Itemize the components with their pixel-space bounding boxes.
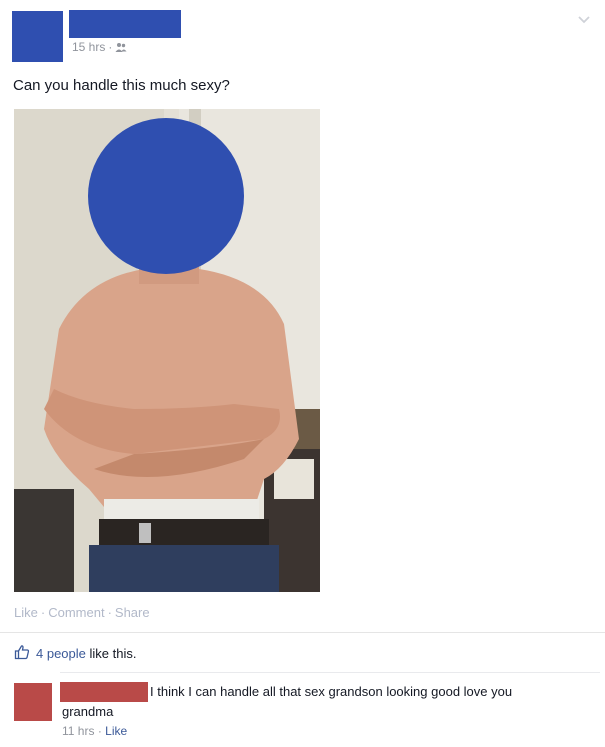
- comment-meta-separator: ·: [97, 724, 102, 738]
- likers-link[interactable]: 4 people: [36, 646, 86, 661]
- divider: [60, 672, 600, 673]
- comment-text-line2: grandma: [62, 704, 114, 719]
- meta-separator: ·: [108, 40, 113, 54]
- thumbs-up-icon: [14, 644, 30, 663]
- post-meta: 15 hrs ·: [72, 40, 127, 54]
- share-link[interactable]: Share: [115, 605, 150, 620]
- chevron-down-icon[interactable]: [577, 12, 591, 24]
- likes-suffix: like this.: [89, 646, 137, 661]
- post-status-text: Can you handle this much sexy?: [13, 77, 230, 94]
- like-link[interactable]: Like: [14, 605, 38, 620]
- divider: [0, 632, 605, 633]
- action-separator: ·: [40, 605, 46, 620]
- post-photo[interactable]: [14, 109, 320, 592]
- action-separator: ·: [107, 605, 112, 620]
- commenter-name-redacted[interactable]: [60, 682, 148, 702]
- commenter-avatar-redacted[interactable]: [14, 683, 52, 721]
- author-avatar-redacted[interactable]: [12, 11, 63, 62]
- feed-post: 15 hrs · Can you handle this much sexy?: [0, 0, 605, 747]
- comment-link[interactable]: Comment: [48, 605, 104, 620]
- post-actions: Like · Comment · Share: [14, 605, 150, 620]
- comment-like-link[interactable]: Like: [105, 724, 127, 738]
- comment-meta: 11 hrs · Like: [62, 724, 127, 738]
- likes-summary: 4 people like this.: [14, 644, 136, 663]
- comment-text-line1: I think I can handle all that sex grands…: [150, 684, 513, 699]
- author-name-redacted[interactable]: [69, 10, 181, 38]
- post-timestamp[interactable]: 15 hrs: [72, 40, 105, 54]
- comment-timestamp[interactable]: 11 hrs: [62, 724, 94, 738]
- friends-icon[interactable]: [115, 42, 127, 53]
